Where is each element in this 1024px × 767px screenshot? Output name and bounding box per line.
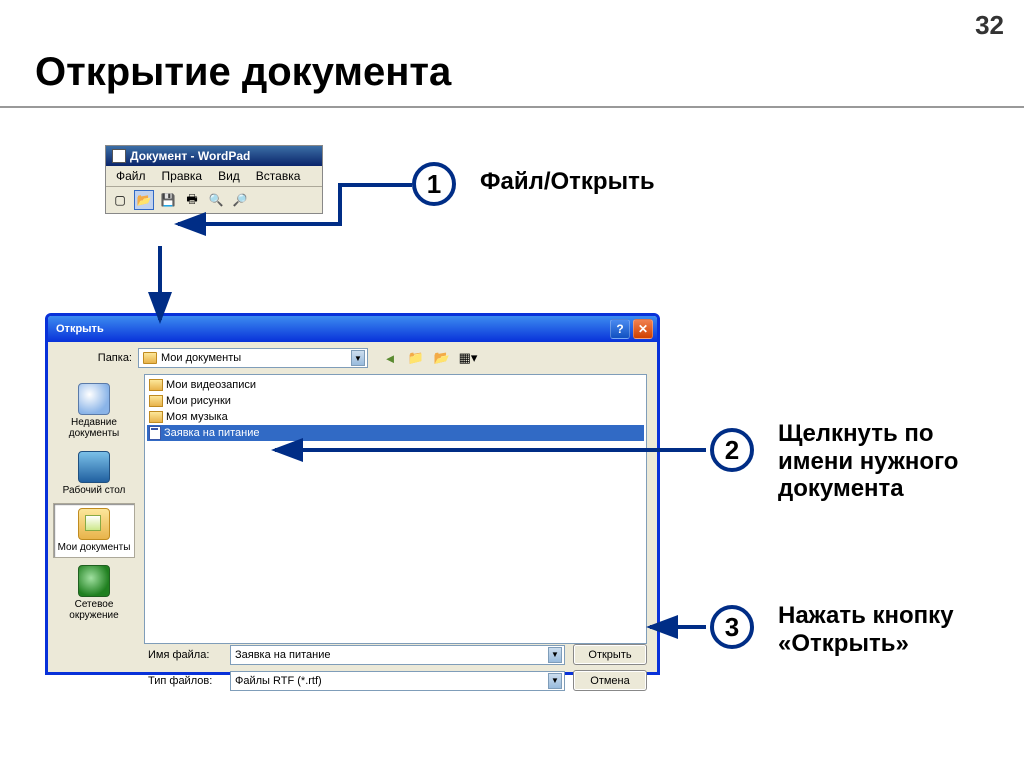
wordpad-title: Документ - WordPad: [130, 149, 250, 163]
folder-icon: [149, 411, 163, 423]
list-item-selected[interactable]: Заявка на питание: [147, 425, 644, 441]
back-icon[interactable]: ◄: [380, 348, 400, 368]
find-icon[interactable]: 🔎: [230, 190, 250, 210]
step-text-3: Нажать кнопку «Открыть»: [778, 602, 998, 657]
folder-icon: [143, 352, 157, 364]
save-icon[interactable]: 💾: [158, 190, 178, 210]
step-text-2: Щелкнуть по имени нужного документа: [778, 420, 998, 503]
menu-view[interactable]: Вид: [212, 168, 246, 184]
folder-icon: [149, 379, 163, 391]
filename-combo[interactable]: Заявка на питание ▼: [230, 645, 565, 665]
step-bubble-3: 3: [710, 605, 754, 649]
sidebar-item-label: Мои документы: [54, 542, 134, 553]
filename-label: Имя файла:: [148, 649, 222, 661]
chevron-down-icon[interactable]: ▼: [548, 647, 562, 663]
doc-icon: [149, 426, 161, 440]
wordpad-icon: [112, 149, 126, 163]
recent-icon: [78, 383, 110, 415]
wordpad-window: Документ - WordPad Файл Правка Вид Встав…: [105, 145, 323, 214]
mydocs-icon: [78, 508, 110, 540]
filetype-label: Тип файлов:: [148, 675, 222, 687]
file-name: Моя музыка: [166, 411, 228, 423]
chevron-down-icon[interactable]: ▼: [548, 673, 562, 689]
folder-combo[interactable]: Мои документы ▼: [138, 348, 368, 368]
file-name: Мои видеозаписи: [166, 379, 256, 391]
file-name: Заявка на питание: [164, 427, 260, 439]
network-icon: [78, 565, 110, 597]
new-icon[interactable]: ▢: [110, 190, 130, 210]
wordpad-toolbar: ▢ 📂 💾 🖶 🔍 🔎: [106, 187, 322, 213]
folder-icon: [149, 395, 163, 407]
menu-file[interactable]: Файл: [110, 168, 152, 184]
open-button[interactable]: Открыть: [573, 644, 647, 665]
sidebar-desktop[interactable]: Рабочий стол: [53, 446, 135, 501]
filetype-combo[interactable]: Файлы RTF (*.rtf) ▼: [230, 671, 565, 691]
places-sidebar: Недавние документы Рабочий стол Мои доку…: [48, 374, 140, 644]
file-list[interactable]: Мои видеозаписи Мои рисунки Моя музыка З…: [144, 374, 647, 644]
open-dialog: Открыть ? ✕ Папка: Мои документы ▼ ◄ 📁 📂…: [45, 313, 660, 675]
sidebar-item-label: Рабочий стол: [54, 485, 134, 496]
open-dialog-titlebar: Открыть ? ✕: [48, 316, 657, 342]
slide-title: Открытие документа: [35, 50, 451, 95]
sidebar-item-label: Недавние документы: [54, 417, 134, 439]
folder-label: Папка:: [58, 352, 132, 364]
sidebar-network[interactable]: Сетевое окружение: [53, 560, 135, 626]
close-button[interactable]: ✕: [633, 319, 653, 339]
folder-row: Папка: Мои документы ▼ ◄ 📁 📂 ▦▾: [48, 342, 657, 374]
menu-edit[interactable]: Правка: [156, 168, 209, 184]
sidebar-recent[interactable]: Недавние документы: [53, 378, 135, 444]
list-item[interactable]: Мои рисунки: [147, 393, 644, 409]
step-bubble-2: 2: [710, 428, 754, 472]
menu-insert[interactable]: Вставка: [250, 168, 307, 184]
desktop-icon: [78, 451, 110, 483]
sidebar-mydocs[interactable]: Мои документы: [53, 503, 135, 558]
folder-value: Мои документы: [161, 352, 241, 364]
page-number: 32: [975, 10, 1004, 41]
print-icon[interactable]: 🖶: [182, 190, 202, 210]
wordpad-titlebar: Документ - WordPad: [106, 146, 322, 166]
filetype-value: Файлы RTF (*.rtf): [235, 675, 322, 687]
views-icon[interactable]: ▦▾: [458, 348, 478, 368]
dialog-bottom: Имя файла: Заявка на питание ▼ Открыть Т…: [48, 644, 657, 702]
list-item[interactable]: Моя музыка: [147, 409, 644, 425]
file-name: Мои рисунки: [166, 395, 231, 407]
chevron-down-icon[interactable]: ▼: [351, 350, 365, 366]
title-underline: [0, 106, 1024, 108]
cancel-button[interactable]: Отмена: [573, 670, 647, 691]
list-item[interactable]: Мои видеозаписи: [147, 377, 644, 393]
step-text-1: Файл/Открыть: [480, 168, 655, 196]
help-button[interactable]: ?: [610, 319, 630, 339]
preview-icon[interactable]: 🔍: [206, 190, 226, 210]
up-icon[interactable]: 📁: [406, 348, 426, 368]
new-folder-icon[interactable]: 📂: [432, 348, 452, 368]
open-icon[interactable]: 📂: [134, 190, 154, 210]
open-dialog-title: Открыть: [56, 323, 610, 335]
filename-value: Заявка на питание: [235, 649, 331, 661]
sidebar-item-label: Сетевое окружение: [54, 599, 134, 621]
wordpad-menubar: Файл Правка Вид Вставка: [106, 166, 322, 187]
step-bubble-1: 1: [412, 162, 456, 206]
